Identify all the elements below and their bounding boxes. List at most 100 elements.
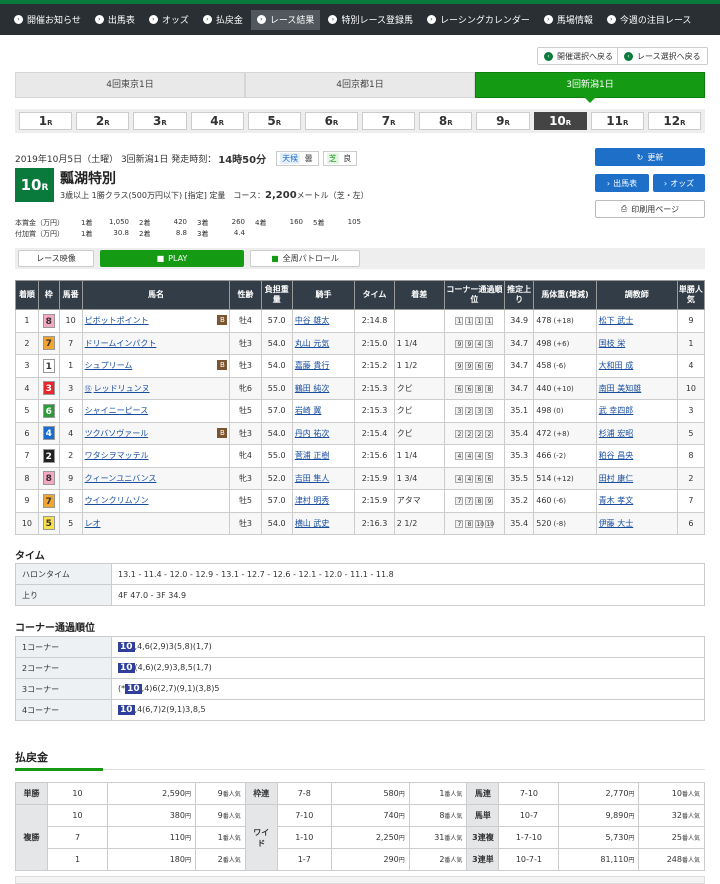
prize-value: 3着 — [197, 219, 209, 227]
horse-name-link[interactable]: シュプリーム — [85, 361, 133, 370]
horse-name-link[interactable]: ピボットポイント — [85, 316, 149, 325]
trainer-link[interactable]: 杉浦 宏昭 — [595, 421, 678, 445]
video-camera-icon: ■ — [271, 254, 279, 263]
back-to-meeting-button[interactable]: ‹ 開催選択へ戻る — [537, 47, 620, 65]
corner-pos-box: 7 — [455, 519, 464, 528]
nav-item[interactable]: › 開催お知らせ — [8, 10, 87, 30]
body-weight-value: 460 — [536, 496, 552, 506]
race-tab[interactable]: 12R — [647, 112, 702, 130]
race-tab[interactable]: 7R — [362, 112, 416, 130]
jockey-link[interactable]: 丸山 元気 — [291, 331, 356, 355]
nav-item[interactable]: › 出馬表 — [89, 10, 141, 30]
race-tab-suffix: R — [218, 119, 224, 127]
jockey-link[interactable]: 横山 武史 — [291, 511, 356, 535]
jockey-link[interactable]: 丹内 祐次 — [291, 421, 356, 445]
payout-amount: 2,590円 — [107, 782, 196, 805]
jockey-link[interactable]: 中谷 雄太 — [291, 309, 356, 333]
corner-pos-box: 8 — [485, 384, 494, 393]
margin: クビ — [393, 376, 445, 400]
race-tab[interactable]: 4R — [190, 112, 244, 130]
payout-yen: 290 — [383, 855, 399, 864]
jockey-link[interactable]: 岩崎 翼 — [291, 399, 356, 423]
waku-cell: 8 — [37, 466, 60, 490]
waku-cell: 5 — [37, 511, 60, 535]
race-tab-number: 6 — [324, 114, 333, 128]
race-tab[interactable]: 2R — [76, 112, 130, 130]
trainer-link[interactable]: 国枝 栄 — [595, 331, 678, 355]
trainer-link[interactable]: 大和田 成 — [595, 354, 678, 378]
trainer-link[interactable]: 松下 武士 — [595, 309, 678, 333]
column-header: 騎手 — [291, 280, 356, 310]
race-card-button[interactable]: › 出馬表 — [595, 174, 649, 192]
race-video-button[interactable]: レース映像 — [18, 250, 94, 267]
horse-name-link[interactable]: ウインクリムゾン — [85, 496, 149, 505]
payout-popularity: 9番人気 — [195, 782, 246, 805]
payout-pop: 248 — [666, 855, 682, 864]
horse-name-link[interactable]: ワタシヲマッテル — [85, 451, 149, 460]
nav-item-label: レーシングカレンダー — [440, 16, 530, 26]
trainer-link[interactable]: 南田 美知雄 — [595, 376, 678, 400]
race-tab-suffix: R — [161, 119, 167, 127]
payout-amount: 9,890円 — [558, 804, 640, 827]
chevron-left-icon: ‹ — [624, 51, 633, 61]
venue-tab[interactable]: 4回京都1日 — [245, 72, 475, 98]
nav-item[interactable]: › レーシングカレンダー — [421, 10, 536, 30]
venue-tab[interactable]: 4回東京1日 — [15, 72, 245, 98]
nav-item[interactable]: › 馬場情報 — [538, 10, 599, 30]
horse-name-link[interactable]: レッドリュンヌ — [94, 384, 150, 393]
race-tab[interactable]: 6R — [304, 112, 359, 130]
venue-tabs: 4回東京1日 4回京都1日 3回新潟1日 — [15, 72, 705, 103]
nav-item-label: 特別レース登録馬 — [341, 16, 413, 26]
horse-name-link[interactable]: レオ — [85, 519, 101, 528]
win-popularity: 9 — [676, 309, 706, 333]
track-box: 芝 良 — [322, 151, 358, 166]
finish-position: 9 — [15, 489, 39, 513]
nav-item[interactable]: › 払戻金 — [197, 10, 249, 30]
last-3f: 34.7 — [504, 354, 535, 378]
corner-pos-box: 6 — [455, 384, 464, 393]
race-tab[interactable]: 3R — [133, 112, 187, 130]
finish-position: 10 — [15, 511, 39, 535]
race-tab[interactable]: 10R — [533, 112, 587, 130]
margin: 1 3/4 — [393, 466, 445, 490]
print-page-button[interactable]: ⎙ 印刷用ページ — [595, 200, 705, 218]
prize-value: 3着 — [197, 230, 209, 238]
horse-name-link[interactable]: ドリームインパクト — [85, 339, 157, 348]
jockey-link[interactable]: 津村 明秀 — [291, 489, 356, 513]
trainer-link[interactable]: 武 幸四郎 — [595, 399, 678, 423]
jockey-link[interactable]: 鶴田 純次 — [291, 376, 356, 400]
odds-button[interactable]: › オッズ — [653, 174, 705, 192]
race-tab[interactable]: 9R — [476, 112, 530, 130]
back-to-race-button[interactable]: ‹ レース選択へ戻る — [617, 47, 708, 65]
race-tab[interactable]: 5R — [247, 112, 301, 130]
nav-item[interactable]: › レース結果 — [250, 9, 321, 30]
race-tab[interactable]: 8R — [419, 112, 473, 130]
jockey-link[interactable]: 嘉藤 貴行 — [291, 354, 356, 378]
top-navigation: › 開催お知らせ › 出馬表 › オッズ › 払戻金 › レース結果 › 特別レース登録馬 › レーシング… — [0, 0, 720, 35]
trainer-link[interactable]: 粕谷 昌央 — [595, 444, 678, 468]
trainer-link[interactable]: 青木 孝文 — [595, 489, 678, 513]
race-tab[interactable]: 11R — [590, 112, 644, 130]
horse-name-link[interactable]: クィーンユニバンス — [85, 474, 157, 483]
nav-item[interactable]: › 今週の注目レース — [601, 10, 698, 30]
race-tab[interactable]: 1R — [19, 112, 73, 130]
nav-item[interactable]: › 特別レース登録馬 — [322, 10, 419, 30]
payout-combination: 1-7 — [276, 848, 332, 871]
horse-name-link[interactable]: シャイニーピース — [85, 406, 149, 415]
trainer-link[interactable]: 伊藤 大士 — [595, 511, 678, 535]
body-weight-value: 498 — [536, 406, 552, 416]
refresh-button[interactable]: ↻ 更新 — [595, 148, 705, 166]
horse-name-link[interactable]: ツクバソヴァール — [85, 429, 149, 438]
venue-tab[interactable]: 3回新潟1日 — [475, 72, 705, 103]
body-weight: 514 (+12) — [533, 466, 597, 490]
jockey-link[interactable]: 菅浦 正樹 — [291, 444, 356, 468]
payout-amount: 580円 — [330, 782, 410, 805]
play-button[interactable]: ■ PLAY — [100, 250, 244, 267]
nav-item[interactable]: › オッズ — [143, 10, 195, 30]
payout-row: 複勝 10 380円 9番人気 ワイド 7-10 740円 8番人気 馬単 10-7 9,890円 3… — [15, 804, 705, 871]
waku-badge: 1 — [42, 358, 55, 373]
trainer-link[interactable]: 田村 康仁 — [595, 466, 678, 490]
horse-name-cell: ウインクリムゾン — [81, 489, 231, 513]
jockey-link[interactable]: 吉田 隼人 — [291, 466, 356, 490]
patrol-video-button[interactable]: ■ 全周パトロール — [250, 250, 360, 267]
